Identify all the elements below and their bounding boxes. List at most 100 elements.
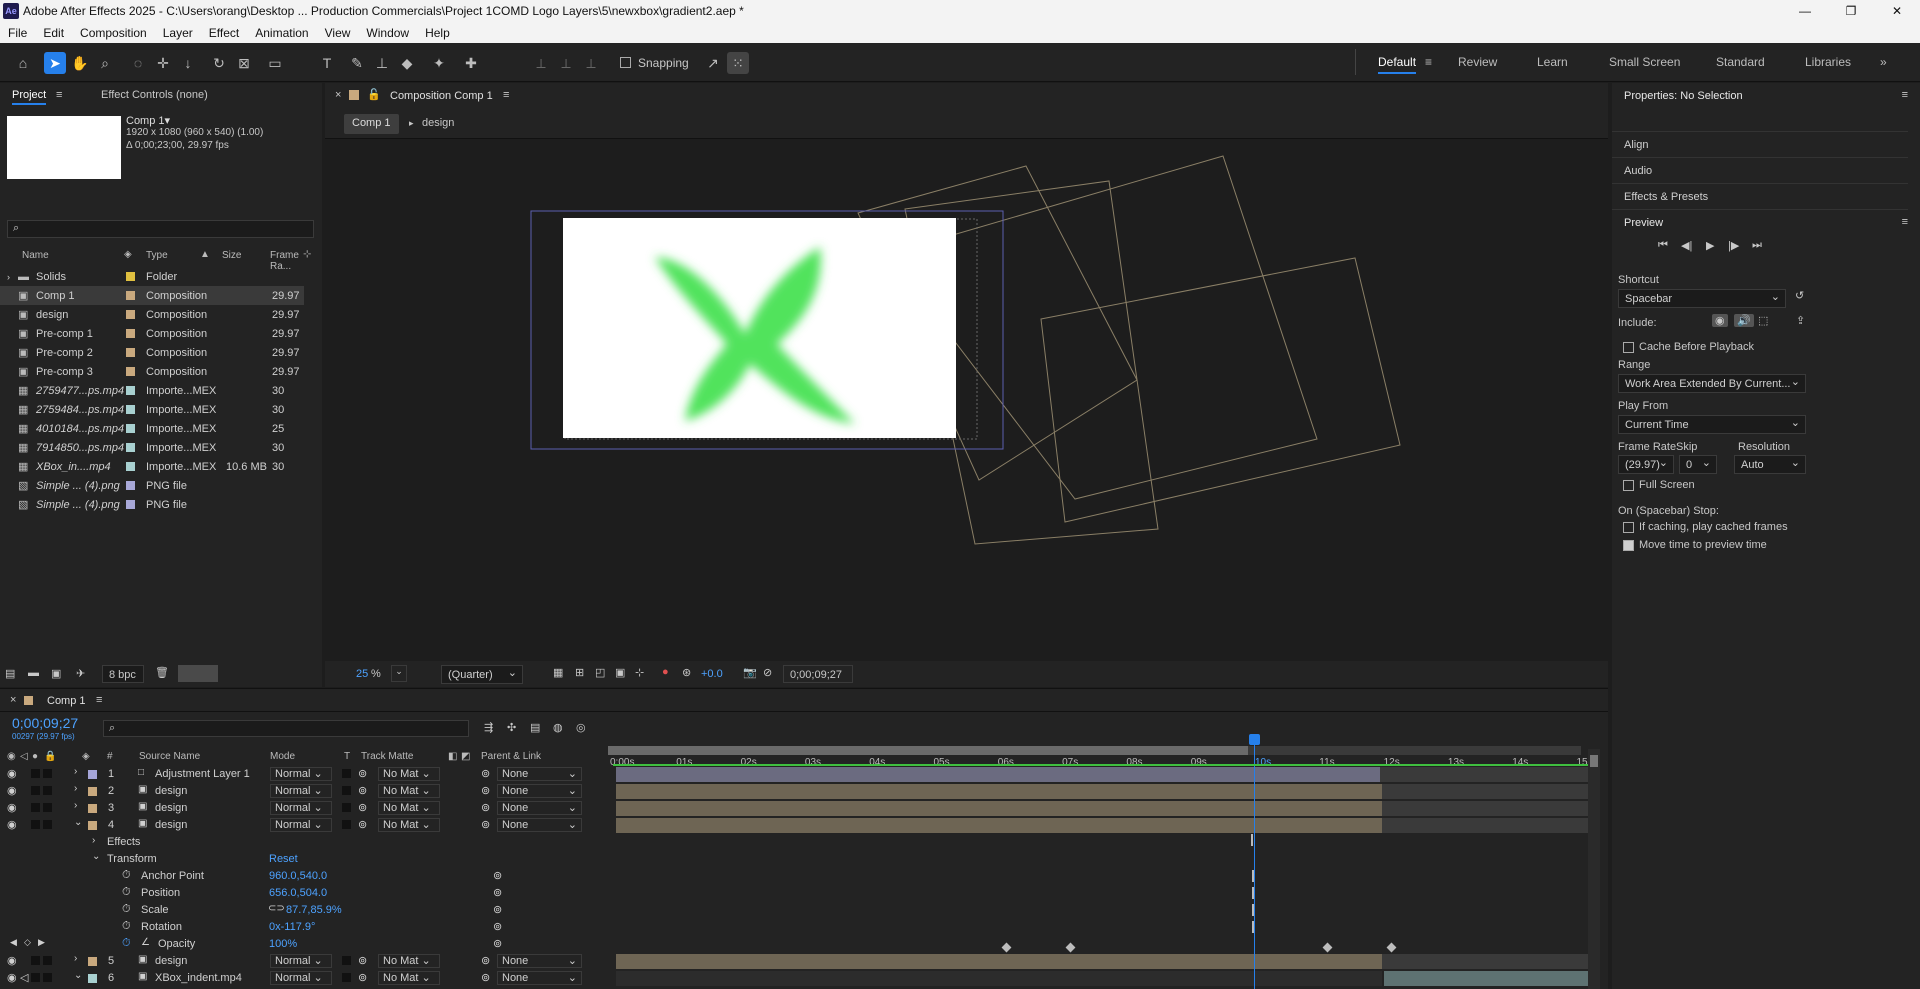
stopwatch-icon[interactable]: ⏱	[122, 869, 131, 882]
stopwatch-icon[interactable]: ⏱	[122, 903, 131, 916]
parent-dropdown[interactable]: None ⌄	[497, 954, 582, 968]
menu-edit[interactable]: Edit	[43, 26, 64, 40]
workspace-menu-icon[interactable]: ≡	[1425, 55, 1432, 69]
transform-group[interactable]: Transform	[107, 853, 157, 865]
track-matte-dropdown[interactable]: No Mat ⌄	[378, 971, 440, 985]
orbit-camera-icon[interactable]: ◌	[127, 52, 149, 74]
lock-toggle[interactable]	[43, 956, 52, 965]
lock-toggle[interactable]	[43, 786, 52, 795]
frame-blending-icon[interactable]: ◍	[553, 721, 563, 734]
tab-effect-controls[interactable]: Effect Controls (none)	[101, 89, 208, 101]
col-track-matte[interactable]: Track Matte	[361, 751, 413, 762]
menu-animation[interactable]: Animation	[255, 26, 308, 40]
preserve-transparency-toggle[interactable]	[342, 956, 351, 965]
export-icon[interactable]: ⇪	[1796, 314, 1805, 327]
next-frame-icon[interactable]: |▶	[1728, 239, 1739, 252]
lock-toggle[interactable]	[43, 769, 52, 778]
type-tool-icon[interactable]: T	[316, 52, 338, 74]
layer-label-swatch[interactable]	[88, 770, 97, 779]
effects-group[interactable]: Effects	[107, 836, 140, 848]
graph-icon[interactable]: ∠	[141, 937, 150, 948]
puppet-pin-icon[interactable]: ✚	[460, 52, 482, 74]
prev-keyframe-icon[interactable]: ◀	[10, 937, 17, 948]
fast-previews-icon[interactable]: ▦	[553, 666, 563, 679]
layer-row[interactable]: ◉ ◁ ⌄ 6 ▣ XBox_indent.mp4 Normal ⌄ ⊚ No Mat ⌄ ⊚ No…	[0, 970, 1608, 987]
properties-menu-icon[interactable]: ≡	[1902, 89, 1908, 101]
hand-tool-icon[interactable]: ✋	[69, 52, 91, 74]
preserve-transparency-toggle[interactable]	[342, 786, 351, 795]
new-comp-icon[interactable]: ▣	[51, 667, 61, 680]
property-row[interactable]: ⏱ Scale ⊂⊃ 87.7,85.9% ⊚	[0, 902, 1608, 919]
snapshot-icon[interactable]: 📷	[743, 666, 757, 679]
property-row[interactable]: ⏱ Position 656.0,504.0 ⊚	[0, 885, 1608, 902]
timeline-tab-title[interactable]: Comp 1	[47, 695, 86, 707]
project-item[interactable]: ▦ XBox_in....mp4 Importe...MEX 10.6 MB 30	[0, 457, 304, 476]
parent-pickwhip-icon[interactable]: ⊚	[481, 954, 490, 967]
label-swatch[interactable]	[126, 367, 135, 376]
menu-composition[interactable]: Composition	[80, 26, 147, 40]
skip-dropdown[interactable]: 0	[1679, 455, 1717, 474]
layer-name[interactable]: Adjustment Layer 1	[155, 768, 250, 780]
comp-panel-menu-icon[interactable]: ≡	[503, 89, 509, 101]
align-section[interactable]: Align	[1624, 139, 1648, 151]
draft-3d-icon[interactable]: ✣	[507, 721, 516, 734]
eye-icon[interactable]: ◉	[7, 767, 17, 780]
solo-toggle[interactable]	[31, 820, 40, 829]
parent-dropdown[interactable]: None ⌄	[497, 971, 582, 985]
label-swatch[interactable]	[126, 424, 135, 433]
collapse-arrow-icon[interactable]: ⌄	[92, 851, 100, 862]
stopwatch-icon[interactable]: ⏱	[122, 886, 131, 899]
color-swatch[interactable]	[178, 665, 218, 682]
parent-dropdown[interactable]: None ⌄	[497, 767, 582, 781]
constrain-proportions-icon[interactable]: ⊂⊃	[268, 903, 285, 914]
workspace-small-screen[interactable]: Small Screen	[1609, 55, 1680, 69]
expand-arrow-icon[interactable]: ⌄	[74, 817, 82, 828]
brush-tool-icon[interactable]: ✎	[346, 52, 368, 74]
blend-mode-dropdown[interactable]: Normal ⌄	[270, 767, 332, 781]
pan-camera-icon[interactable]: ✛	[152, 52, 174, 74]
label-swatch[interactable]	[126, 329, 135, 338]
menu-window[interactable]: Window	[366, 26, 409, 40]
color-management-icon[interactable]: ⊛	[682, 666, 691, 679]
label-swatch[interactable]	[126, 310, 135, 319]
move-time-checkbox[interactable]	[1623, 540, 1634, 551]
expand-arrow-icon[interactable]: ›	[74, 953, 77, 964]
preserve-transparency-toggle[interactable]	[342, 803, 351, 812]
sort-ascending-icon[interactable]: ▲	[200, 249, 210, 260]
local-axis-icon[interactable]: ⟂	[530, 52, 552, 74]
layer-row[interactable]: ◉ ⌄ 4 ▣ design Normal ⌄ ⊚ No Mat ⌄ ⊚ None ⌄	[0, 817, 1608, 834]
exposure-value[interactable]: +0.0	[701, 668, 723, 680]
clone-stamp-icon[interactable]: ⊥	[371, 52, 393, 74]
work-area-range[interactable]	[608, 746, 1248, 755]
comp-mini-flowchart-icon[interactable]: ⇶	[484, 721, 493, 734]
parent-dropdown[interactable]: None ⌄	[497, 784, 582, 798]
expression-pickwhip-icon[interactable]: ⊚	[493, 920, 502, 933]
property-row[interactable]: ⏱ Rotation 0x-117.9° ⊚	[0, 919, 1608, 936]
layer-row[interactable]: ◉ › 3 ▣ design Normal ⌄ ⊚ No Mat ⌄ ⊚ None ⌄	[0, 800, 1608, 817]
parent-pickwhip-icon[interactable]: ⊚	[481, 784, 490, 797]
include-video-icon[interactable]: ◉	[1712, 314, 1728, 327]
workspace-libraries[interactable]: Libraries	[1805, 55, 1851, 69]
parent-pickwhip-icon[interactable]: ⊚	[481, 801, 490, 814]
matte-invert-icon[interactable]: ◩	[461, 751, 470, 762]
new-folder-icon[interactable]: ▬	[28, 667, 39, 679]
add-keyframe-icon[interactable]: ◇	[24, 937, 31, 948]
property-value[interactable]: 100%	[269, 938, 297, 950]
effects-presets-section[interactable]: Effects & Presets	[1624, 191, 1708, 203]
playhead-handle[interactable]	[1249, 734, 1260, 745]
blend-mode-dropdown[interactable]: Normal ⌄	[270, 818, 332, 832]
layer-label-swatch[interactable]	[88, 804, 97, 813]
workspace-overflow-icon[interactable]: »	[1880, 55, 1887, 69]
timeline-search-input[interactable]: ⌕	[103, 720, 469, 737]
project-item[interactable]: ▣ design Composition 29.97	[0, 305, 304, 324]
selection-tool-icon[interactable]: ➤	[44, 52, 66, 74]
motion-blur-icon[interactable]: ◎	[576, 721, 586, 734]
matte-alpha-icon[interactable]: ◧	[448, 751, 457, 762]
speaker-icon[interactable]: ◁	[20, 971, 28, 984]
expand-arrow-icon[interactable]: ›	[7, 272, 10, 282]
region-of-interest-icon[interactable]: ▣	[615, 666, 625, 679]
rotate-tool-icon[interactable]: ↻	[208, 52, 230, 74]
layer-duration-bar[interactable]	[616, 954, 1382, 969]
preserve-transparency-toggle[interactable]	[342, 973, 351, 982]
label-swatch[interactable]	[126, 348, 135, 357]
